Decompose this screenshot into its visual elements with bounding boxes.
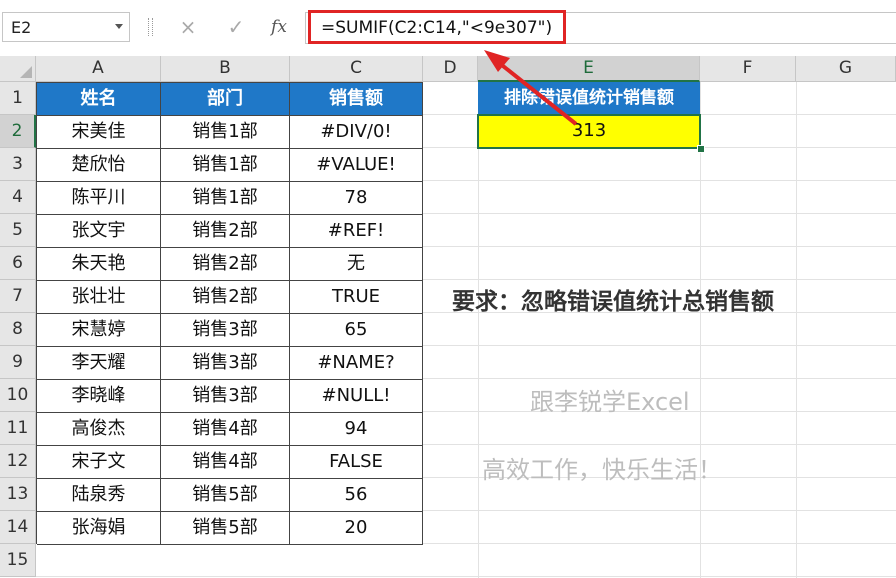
requirement-text: 要求：忽略错误值统计总销售额 — [452, 289, 774, 315]
watermark-slogan: 高效工作，快乐生活！ — [482, 456, 722, 484]
annotation-arrow-line — [496, 60, 578, 126]
watermark-text: 跟李锐学Excel — [530, 388, 690, 416]
